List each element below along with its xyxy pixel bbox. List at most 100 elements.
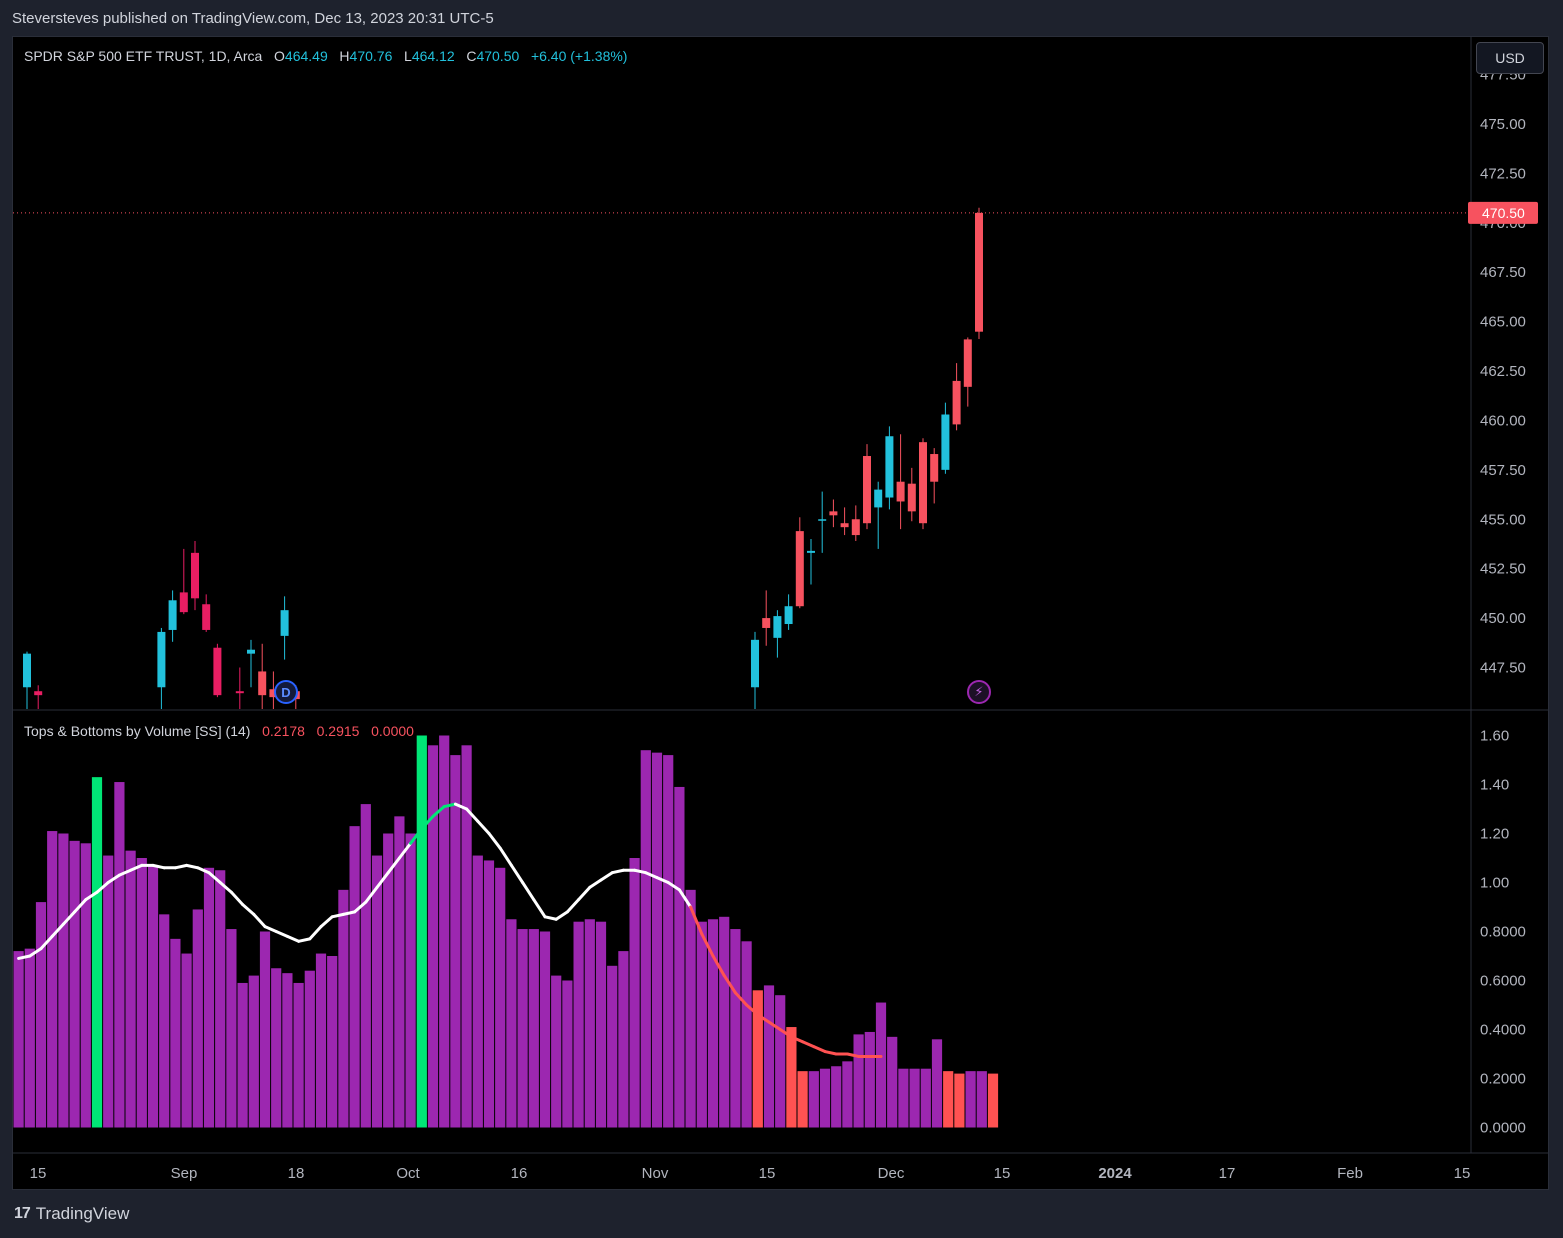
- candle-body: [34, 691, 43, 696]
- volume-bar: [35, 902, 47, 1128]
- ma-line-segment: [554, 910, 569, 921]
- volume-bar: [640, 750, 651, 1128]
- volume-bar: [416, 735, 427, 1128]
- candle-body: [919, 442, 927, 524]
- candle-body: [975, 212, 983, 332]
- candle-body: [874, 489, 883, 508]
- ma-line-segment: [610, 868, 625, 875]
- candle-body: [930, 454, 939, 482]
- ma-line-segment: [812, 1045, 827, 1054]
- volume-bar: [136, 858, 147, 1128]
- volume-bar: [304, 970, 315, 1128]
- volume-bar: [618, 951, 629, 1128]
- time-axis-label: Sep: [171, 1165, 198, 1182]
- volume-bar: [965, 1071, 976, 1128]
- price-axis-label: 457.50: [1480, 462, 1526, 479]
- ma-line-segment: [588, 878, 603, 889]
- ma-line-segment: [521, 881, 536, 902]
- dividend-marker[interactable]: D: [274, 680, 298, 704]
- ma-line-segment: [229, 890, 245, 907]
- last-price-label: 470.50: [1482, 205, 1525, 221]
- ma-line-segment: [509, 863, 525, 884]
- volume-bar: [775, 995, 786, 1128]
- indicator-axis-label: 1.20: [1480, 826, 1509, 843]
- candle-body: [784, 606, 793, 625]
- volume-bar: [439, 735, 450, 1128]
- volume-bar: [607, 965, 618, 1128]
- candle-body: [179, 592, 188, 613]
- candle-body: [235, 691, 244, 694]
- candle-body: [896, 481, 905, 502]
- volume-bar: [147, 865, 159, 1128]
- indicator-axis-label: 0.6000: [1480, 973, 1526, 990]
- volume-bar: [763, 985, 775, 1128]
- volume-bar: [920, 1068, 931, 1128]
- indicator-axis-label: 1.40: [1480, 777, 1509, 794]
- candle-body: [963, 339, 972, 387]
- ma-line-segment: [487, 832, 502, 850]
- volume-bar: [327, 956, 338, 1128]
- volume-bar: [427, 745, 439, 1128]
- volume-bar: [819, 1068, 831, 1128]
- volume-bar: [360, 804, 371, 1128]
- ma-line-segment: [599, 871, 614, 882]
- candle-body: [202, 604, 211, 630]
- candle-body: [168, 600, 177, 630]
- indicator-axis-label: 0.2000: [1480, 1071, 1526, 1088]
- time-axis-label: 15: [759, 1165, 776, 1182]
- symbol-title: SPDR S&P 500 ETF TRUST, 1D, Arca: [24, 48, 263, 64]
- volume-bar: [103, 855, 114, 1128]
- volume-bar: [192, 909, 203, 1128]
- price-axis-label: 465.00: [1480, 314, 1526, 331]
- volume-bar: [730, 929, 741, 1128]
- footer-brand[interactable]: 17 TradingView: [14, 1204, 129, 1224]
- volume-bar: [875, 1002, 887, 1128]
- brand-name: TradingView: [35, 1204, 130, 1223]
- volume-bar: [248, 975, 259, 1128]
- indicator-axis-label: 1.00: [1480, 875, 1509, 892]
- change-value: +6.40 (+1.38%): [530, 48, 628, 64]
- volume-bar: [528, 929, 539, 1128]
- earnings-marker[interactable]: ⚡: [967, 680, 991, 704]
- indicator-value-3: 0.0000: [371, 723, 414, 739]
- volume-bar: [271, 968, 282, 1128]
- volume-bar: [450, 755, 461, 1128]
- volume-bar: [24, 948, 35, 1128]
- volume-bar: [371, 855, 383, 1128]
- time-axis-label: 17: [1219, 1165, 1236, 1182]
- price-axis-label: 452.50: [1480, 561, 1526, 578]
- volume-bar: [595, 921, 607, 1128]
- volume-bar: [215, 870, 226, 1128]
- volume-bar: [495, 867, 506, 1128]
- ma-line-segment: [285, 934, 301, 943]
- open-label: O: [274, 48, 285, 64]
- candle-body: [247, 649, 255, 654]
- volume-bar: [91, 777, 103, 1128]
- ma-line-segment: [185, 863, 200, 870]
- ma-line-segment: [532, 898, 547, 919]
- tradingview-logo-icon: 17: [14, 1205, 31, 1222]
- candle-body: [941, 414, 950, 470]
- volume-bar: [349, 826, 360, 1128]
- time-axis-label: 16: [511, 1165, 528, 1182]
- chart-canvas[interactable]: 477.50475.00472.50470.00467.50465.00462.…: [0, 0, 1563, 1238]
- volume-bar: [159, 914, 170, 1128]
- candle-body: [818, 519, 827, 521]
- volume-bar: [338, 889, 349, 1128]
- ma-line-segment: [565, 898, 581, 914]
- volume-bar: [831, 1066, 842, 1128]
- candle-body: [213, 647, 222, 696]
- candle-body: [952, 380, 961, 425]
- time-axis-label: Oct: [396, 1165, 420, 1182]
- volume-bar: [674, 786, 685, 1128]
- price-axis-label: 450.00: [1480, 610, 1526, 627]
- ma-line-segment: [543, 915, 558, 921]
- volume-bar: [797, 1071, 808, 1128]
- time-axis-label: 18: [288, 1165, 305, 1182]
- volume-bar: [69, 840, 80, 1128]
- low-value: 464.12: [411, 48, 455, 64]
- volume-bar: [696, 921, 707, 1128]
- volume-bar: [517, 929, 528, 1128]
- currency-button[interactable]: USD: [1476, 42, 1544, 74]
- volume-bar: [237, 982, 248, 1128]
